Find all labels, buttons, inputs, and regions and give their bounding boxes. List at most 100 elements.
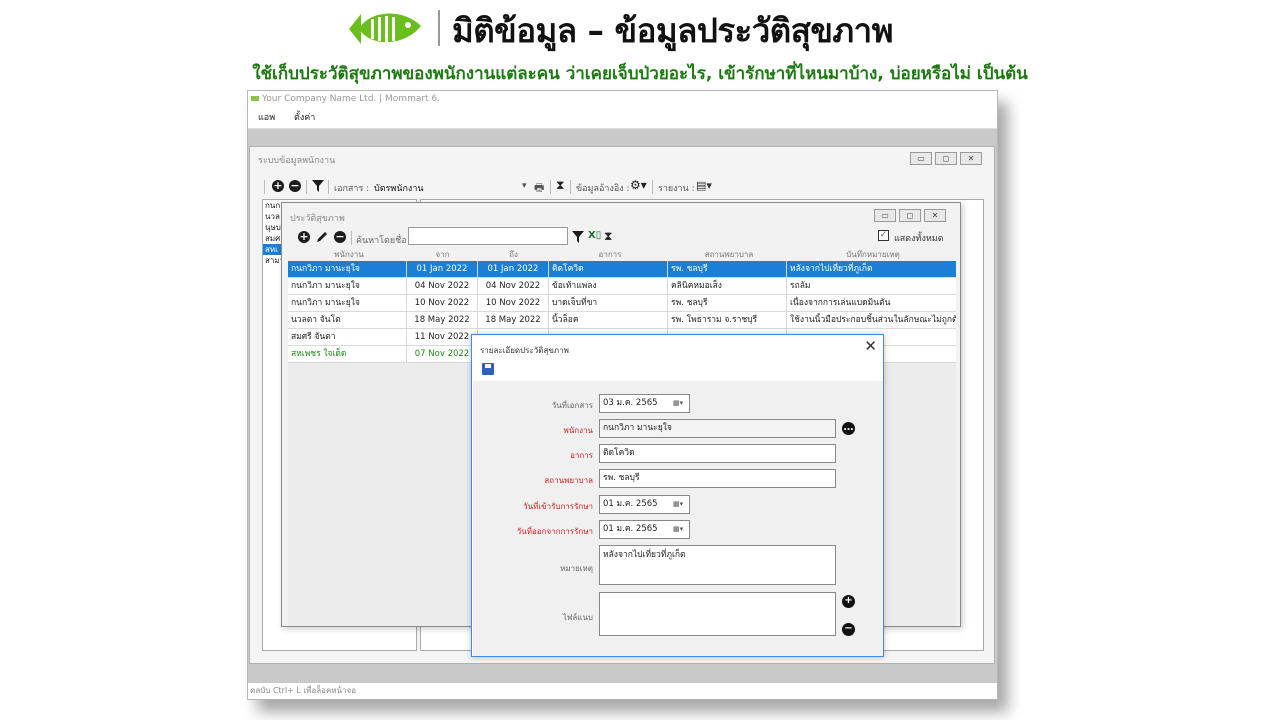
- toolbar-separator: [351, 231, 352, 245]
- cell-from: 18 May 2022: [407, 312, 478, 328]
- column-header[interactable]: ถึง: [478, 249, 549, 261]
- menu-app[interactable]: แอพ: [252, 107, 281, 129]
- attachment-list[interactable]: [599, 592, 836, 636]
- cell-from: 04 Nov 2022: [407, 278, 478, 294]
- menu-settings[interactable]: ตั้งค่า: [288, 107, 321, 129]
- cell-to: 01 Jan 2022: [478, 261, 549, 277]
- page-title: มิติข้อมูล – ข้อมูลประวัติสุขภาพ: [452, 11, 893, 50]
- discharge-date-field[interactable]: 01 ม.ค. 2565 ▦▾: [599, 520, 690, 539]
- admit-date-field[interactable]: 01 ม.ค. 2565 ▦▾: [599, 495, 690, 514]
- cell-to: 18 May 2022: [478, 312, 549, 328]
- cell-employee: นวลตา จันโต: [288, 312, 407, 328]
- remove-attachment-icon[interactable]: −: [842, 623, 855, 636]
- cell-to: 10 Nov 2022: [478, 295, 549, 311]
- note-textarea[interactable]: หลังจากไปเที่ยวที่ภูเก็ต: [599, 545, 836, 585]
- report-icon[interactable]: ▤▾: [696, 179, 712, 192]
- calendar-dropdown-icon[interactable]: ▦▾: [673, 398, 687, 409]
- cell-hospital: รพ. โพธาราม จ.ราชบุรี: [668, 312, 787, 328]
- employee-label: พนักงาน: [563, 426, 593, 435]
- admit-date-value: 01 ม.ค. 2565: [603, 499, 658, 509]
- edit-pencil-icon[interactable]: [316, 231, 328, 243]
- toolbar-separator: [570, 180, 571, 194]
- excel-icon[interactable]: X▯: [588, 230, 601, 241]
- hourglass-icon[interactable]: ⧗: [556, 178, 564, 193]
- cell-symptom: ข้อเท้าแพลง: [549, 278, 668, 294]
- cell-employee: กนกวิภา มานะยุใจ: [288, 295, 407, 311]
- employee-window-controls: ▭ ◻ ✕: [910, 152, 982, 165]
- remove-icon[interactable]: −: [289, 180, 301, 192]
- add-icon[interactable]: +: [272, 180, 284, 192]
- report-label: รายงาน :: [658, 184, 695, 194]
- symptom-label: อาการ: [570, 451, 593, 460]
- calendar-dropdown-icon[interactable]: ▦▾: [673, 524, 687, 535]
- app-titlebar: Your Company Name Ltd. | Mommart 6.: [248, 91, 997, 107]
- print-icon[interactable]: 🖶: [534, 179, 544, 198]
- employee-window-title: ระบบข้อมูลพนักงาน: [258, 156, 336, 166]
- column-header[interactable]: อาการ: [549, 249, 668, 261]
- app-icon: [251, 96, 259, 101]
- cell-to: 04 Nov 2022: [478, 278, 549, 294]
- cell-note: หลังจากไปเที่ยวที่ภูเก็ต: [790, 264, 873, 274]
- cell-symptom: ติดโควิด: [549, 261, 668, 277]
- reference-label: ข้อมูลอ้างอิง :: [576, 184, 630, 194]
- maximize-button[interactable]: ◻: [899, 209, 921, 222]
- add-attachment-icon[interactable]: +: [842, 595, 855, 608]
- doc-date-value: 03 ม.ค. 2565: [603, 398, 658, 408]
- employee-toolbar: + − เอกสาร : บัตรพนักงาน ▾ 🖶 ⧗ ข้อมูลอ้า…: [264, 177, 984, 197]
- maximize-button[interactable]: ◻: [935, 152, 957, 165]
- table-row[interactable]: นวลตา จันโต 18 May 2022 18 May 2022 นิ้ว…: [288, 312, 956, 329]
- hospital-field[interactable]: รพ. ชลบุรี: [599, 469, 836, 488]
- save-icon[interactable]: [482, 363, 494, 375]
- cell-employee: สหเพชร ใจเด็ด: [288, 346, 407, 362]
- show-all-checkbox[interactable]: ✓: [878, 230, 889, 241]
- close-button[interactable]: ✕: [924, 209, 946, 222]
- close-icon[interactable]: ✕: [864, 337, 877, 355]
- doc-date-field[interactable]: 03 ม.ค. 2565 ▦▾: [599, 394, 690, 413]
- toolbar-separator: [652, 180, 653, 194]
- calendar-dropdown-icon[interactable]: ▦▾: [673, 499, 687, 510]
- filter-icon[interactable]: [572, 231, 584, 243]
- cell-note: ใช้งานนิ้วมือประกอบชิ้นส่วนในลักษณะไม่ถู…: [790, 315, 956, 325]
- table-row[interactable]: กนกวิภา มานะยุใจ 10 Nov 2022 10 Nov 2022…: [288, 295, 956, 312]
- fish-logo-icon: [349, 13, 421, 44]
- dialog-form: วันที่เอกสาร 03 ม.ค. 2565 ▦▾ พนักงาน กนก…: [473, 381, 883, 656]
- hourglass-icon[interactable]: ⧗: [604, 229, 612, 244]
- table-row[interactable]: กนกวิภา มานะยุใจ 01 Jan 2022 01 Jan 2022…: [288, 261, 956, 278]
- status-bar: คลบับ Ctrl+ L เพื่อล็อคหน้าจอ: [248, 683, 997, 699]
- doc-date-label: วันที่เอกสาร: [551, 401, 593, 410]
- toolbar-separator: [550, 180, 551, 194]
- add-icon[interactable]: +: [298, 231, 310, 243]
- cell-from: 11 Nov 2022: [407, 329, 478, 345]
- dialog-toolbar: [472, 359, 883, 379]
- filter-icon[interactable]: [312, 180, 324, 192]
- minimize-button[interactable]: ▭: [910, 152, 932, 165]
- header-banner: มิติข้อมูล – ข้อมูลประวัติสุขภาพ ใช้เก็บ…: [0, 0, 1280, 90]
- column-header[interactable]: จาก: [407, 249, 478, 261]
- more-options-icon[interactable]: …: [842, 422, 855, 435]
- column-header[interactable]: บันทึกหมายเหตุ: [787, 249, 956, 261]
- hospital-label: สถานพยาบาล: [544, 476, 593, 485]
- discharge-date-label: วันที่ออกจากการรักษา: [516, 527, 593, 536]
- table-header: พนักงาน จาก ถึง อาการ สถานพยาบาล บันทึกห…: [288, 249, 956, 261]
- page-subtitle: ใช้เก็บประวัติสุขภาพของพนักงานแต่ละคน ว่…: [252, 64, 1028, 84]
- doc-select[interactable]: บัตรพนักงาน: [374, 181, 424, 195]
- cell-employee: สมศรี จันตา: [288, 329, 407, 345]
- column-header[interactable]: พนักงาน: [288, 249, 407, 261]
- cell-hospital: รพ. ชลบุรี: [668, 295, 787, 311]
- search-input[interactable]: [408, 227, 568, 245]
- search-label: ค้นหาโดยชื่อ :: [356, 236, 413, 246]
- doc-dropdown-icon[interactable]: ▾: [522, 181, 527, 191]
- cell-symptom: นิ้วล็อค: [549, 312, 668, 328]
- cell-from: 10 Nov 2022: [407, 295, 478, 311]
- column-header[interactable]: สถานพยาบาล: [668, 249, 787, 261]
- employee-field[interactable]: กนกวิภา มานะยุใจ: [599, 419, 836, 438]
- table-row[interactable]: กนกวิภา มานะยุใจ 04 Nov 2022 04 Nov 2022…: [288, 278, 956, 295]
- toolbar-separator: [306, 180, 307, 194]
- symptom-field[interactable]: ติดโควิด: [599, 444, 836, 463]
- health-detail-dialog: รายละเอียดประวัติสุขภาพ ✕ วันที่เอกสาร 0…: [471, 334, 884, 657]
- remove-icon[interactable]: −: [334, 231, 346, 243]
- close-button[interactable]: ✕: [960, 152, 982, 165]
- minimize-button[interactable]: ▭: [874, 209, 896, 222]
- health-window-controls: ▭ ◻ ✕: [874, 209, 946, 222]
- gear-icon[interactable]: ⚙▾: [630, 178, 647, 192]
